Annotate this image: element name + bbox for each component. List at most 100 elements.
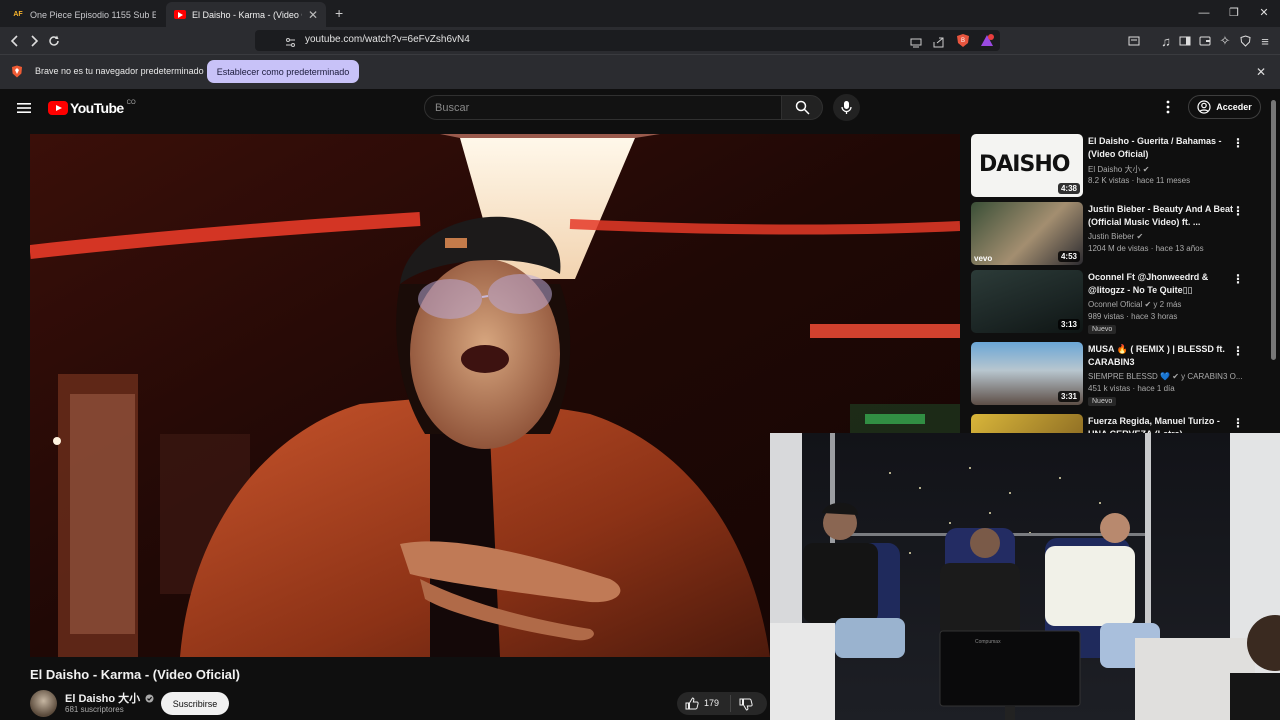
recommendation-menu-icon[interactable]: ⋮	[1232, 204, 1244, 218]
animeflv-favicon-icon: AF	[13, 11, 23, 18]
leo-ai-icon[interactable]: ✧	[1216, 32, 1234, 50]
brave-logo-icon	[11, 65, 23, 83]
wallet-icon[interactable]	[1196, 32, 1214, 50]
recommendation-meta: 989 vistas · hace 3 horas	[1088, 312, 1178, 321]
channel-name-text: El Daisho 大小	[65, 693, 141, 705]
vevo-watermark: vevo	[974, 254, 993, 263]
url-text: youtube.com/watch?v=6eFvZsh6vN4	[305, 34, 470, 45]
more-options-icon[interactable]	[1165, 100, 1171, 119]
duration-badge: 4:38	[1057, 183, 1080, 194]
close-infobar-icon[interactable]: ✕	[1256, 65, 1266, 79]
guide-menu-icon[interactable]	[17, 101, 31, 119]
back-icon[interactable]	[6, 32, 24, 50]
channel-text: SIEMPRE BLESSD 💙	[1088, 372, 1170, 381]
recommendation-menu-icon[interactable]: ⋮	[1232, 272, 1244, 286]
recommendation-item[interactable]: DAISHO 4:38 El Daisho - Guerita / Bahama…	[971, 134, 1261, 200]
search-input[interactable]: Buscar	[424, 95, 782, 120]
verified-badge-icon: ✔	[1144, 300, 1152, 309]
like-count: 179	[704, 698, 720, 708]
sign-in-label: Acceder	[1216, 102, 1252, 112]
recommendation-title[interactable]: Justin Bieber - Beauty And A Beat (Offic…	[1088, 203, 1236, 229]
forward-icon[interactable]	[25, 32, 43, 50]
svg-text:B: B	[961, 38, 965, 44]
youtube-favicon-icon	[174, 10, 186, 19]
subscriber-count: 681 suscriptores	[65, 705, 124, 714]
browser-tab-strip: AF One Piece Episodio 1155 Sub Español E…	[0, 0, 1280, 27]
verified-badge-icon: ✔	[1142, 165, 1150, 174]
youtube-logo[interactable]: YouTube CO	[48, 100, 136, 116]
verified-badge-icon: ✔	[1172, 372, 1179, 381]
tab-one-piece[interactable]: AF One Piece Episodio 1155 Sub Español	[4, 2, 164, 27]
recommendation-thumbnail[interactable]: vevo 4:53	[971, 202, 1083, 265]
tab-el-daisho-karma[interactable]: El Daisho - Karma - (Video Oficial) ✕	[166, 2, 326, 27]
duration-badge: 4:53	[1057, 251, 1080, 262]
microphone-icon	[841, 101, 852, 114]
brave-shields-icon[interactable]: B	[956, 33, 970, 53]
close-tab-icon[interactable]: ✕	[308, 8, 318, 22]
close-window-icon[interactable]: ✕	[1249, 4, 1279, 22]
default-browser-infobar: Brave no es tu navegador predeterminado …	[0, 54, 1280, 89]
recommendation-channel[interactable]: Justin Bieber ✔	[1088, 232, 1143, 241]
menu-hamburger-icon[interactable]: ≡	[1256, 32, 1274, 50]
minimize-icon[interactable]: —	[1189, 4, 1219, 22]
recommendation-item[interactable]: 3:13 Oconnel Ft @Jhonweedrd & @litogzz -…	[971, 270, 1261, 336]
recommendation-channel[interactable]: Oconnel Oficial ✔ y 2 más	[1088, 300, 1181, 309]
channel-avatar[interactable]	[30, 690, 57, 717]
restore-icon[interactable]: ❐	[1219, 4, 1249, 22]
channel-name[interactable]: El Daisho 大小	[65, 690, 154, 706]
subscribe-button[interactable]: Suscribirse	[161, 692, 229, 715]
recommendation-menu-icon[interactable]: ⋮	[1232, 344, 1244, 358]
recommendation-channel[interactable]: El Daisho 大小 ✔	[1088, 164, 1149, 175]
recommendation-menu-icon[interactable]: ⋮	[1232, 136, 1244, 150]
new-tab-button[interactable]: +	[335, 5, 343, 21]
channel-text: Justin Bieber	[1088, 232, 1135, 241]
voice-search-button[interactable]	[833, 94, 860, 121]
thumbs-up-icon	[685, 697, 699, 710]
search-button[interactable]	[781, 95, 823, 120]
recommendation-thumbnail[interactable]: 3:31	[971, 342, 1083, 405]
recommendation-title[interactable]: MUSA 🔥 ( REMIX ) | BLESSD ft. CARABIN3	[1088, 343, 1236, 369]
tab-title: El Daisho - Karma - (Video Oficial)	[192, 9, 302, 20]
brave-rewards-icon[interactable]	[980, 33, 994, 53]
recommendation-item[interactable]: vevo 4:53 Justin Bieber - Beauty And A B…	[971, 202, 1261, 268]
duration-badge: 3:13	[1057, 319, 1080, 330]
site-settings-icon[interactable]	[285, 35, 296, 53]
page-scrollbar[interactable]	[1271, 100, 1276, 360]
recommendation-menu-icon[interactable]: ⋮	[1232, 416, 1244, 430]
recommendation-meta: 8.2 K vistas · hace 11 meses	[1088, 176, 1191, 185]
recommendation-channel[interactable]: SIEMPRE BLESSD 💙 ✔ y CARABIN3 O...	[1088, 372, 1243, 381]
account-icon	[1197, 100, 1211, 114]
recommendation-title[interactable]: El Daisho - Guerita / Bahamas - (Video O…	[1088, 135, 1236, 161]
address-bar[interactable]: youtube.com/watch?v=6eFvZsh6vN4 B	[255, 30, 1000, 51]
channel-text: El Daisho 大小	[1088, 165, 1141, 174]
video-title: El Daisho - Karma - (Video Oficial)	[30, 667, 240, 682]
youtube-header: YouTube CO Buscar Acceder	[0, 89, 1280, 129]
infobar-message: Brave no es tu navegador predeterminado	[35, 66, 204, 76]
webcam-overlay: Compumax	[770, 433, 1280, 720]
cast-icon[interactable]	[910, 35, 922, 53]
thumbnail-text: DAISHO	[979, 152, 1070, 177]
vpn-shield-icon[interactable]	[1236, 32, 1254, 50]
dislike-button[interactable]	[739, 698, 753, 716]
recommendation-item[interactable]: 3:31 MUSA 🔥 ( REMIX ) | BLESSD ft. CARAB…	[971, 342, 1261, 408]
channel-extra: y 2 más	[1153, 300, 1182, 309]
country-code: CO	[126, 100, 136, 106]
new-badge: Nuevo	[1088, 397, 1117, 406]
reload-icon[interactable]	[45, 32, 63, 50]
webcam-scene-image: Compumax	[770, 433, 1280, 720]
share-icon[interactable]	[933, 35, 945, 53]
recommendation-title[interactable]: Oconnel Ft @Jhonweedrd & @litogzz - No T…	[1088, 271, 1236, 297]
reader-mode-icon[interactable]	[1125, 32, 1143, 50]
verified-badge-icon	[145, 694, 154, 703]
set-default-browser-button[interactable]: Establecer como predeterminado	[207, 60, 359, 83]
tab-title: One Piece Episodio 1155 Sub Español	[30, 9, 156, 20]
recommendation-thumbnail[interactable]: DAISHO 4:38	[971, 134, 1083, 197]
recommendation-meta: 1204 M de vistas · hace 13 años	[1088, 244, 1204, 253]
recommendation-thumbnail[interactable]: 3:13	[971, 270, 1083, 333]
sign-in-button[interactable]: Acceder	[1188, 95, 1261, 119]
like-button[interactable]	[685, 697, 699, 715]
media-music-icon[interactable]: ♫	[1157, 32, 1175, 50]
sidebar-icon[interactable]	[1176, 32, 1194, 50]
verified-badge-icon: ✔	[1136, 232, 1144, 241]
new-badge: Nuevo	[1088, 325, 1117, 334]
